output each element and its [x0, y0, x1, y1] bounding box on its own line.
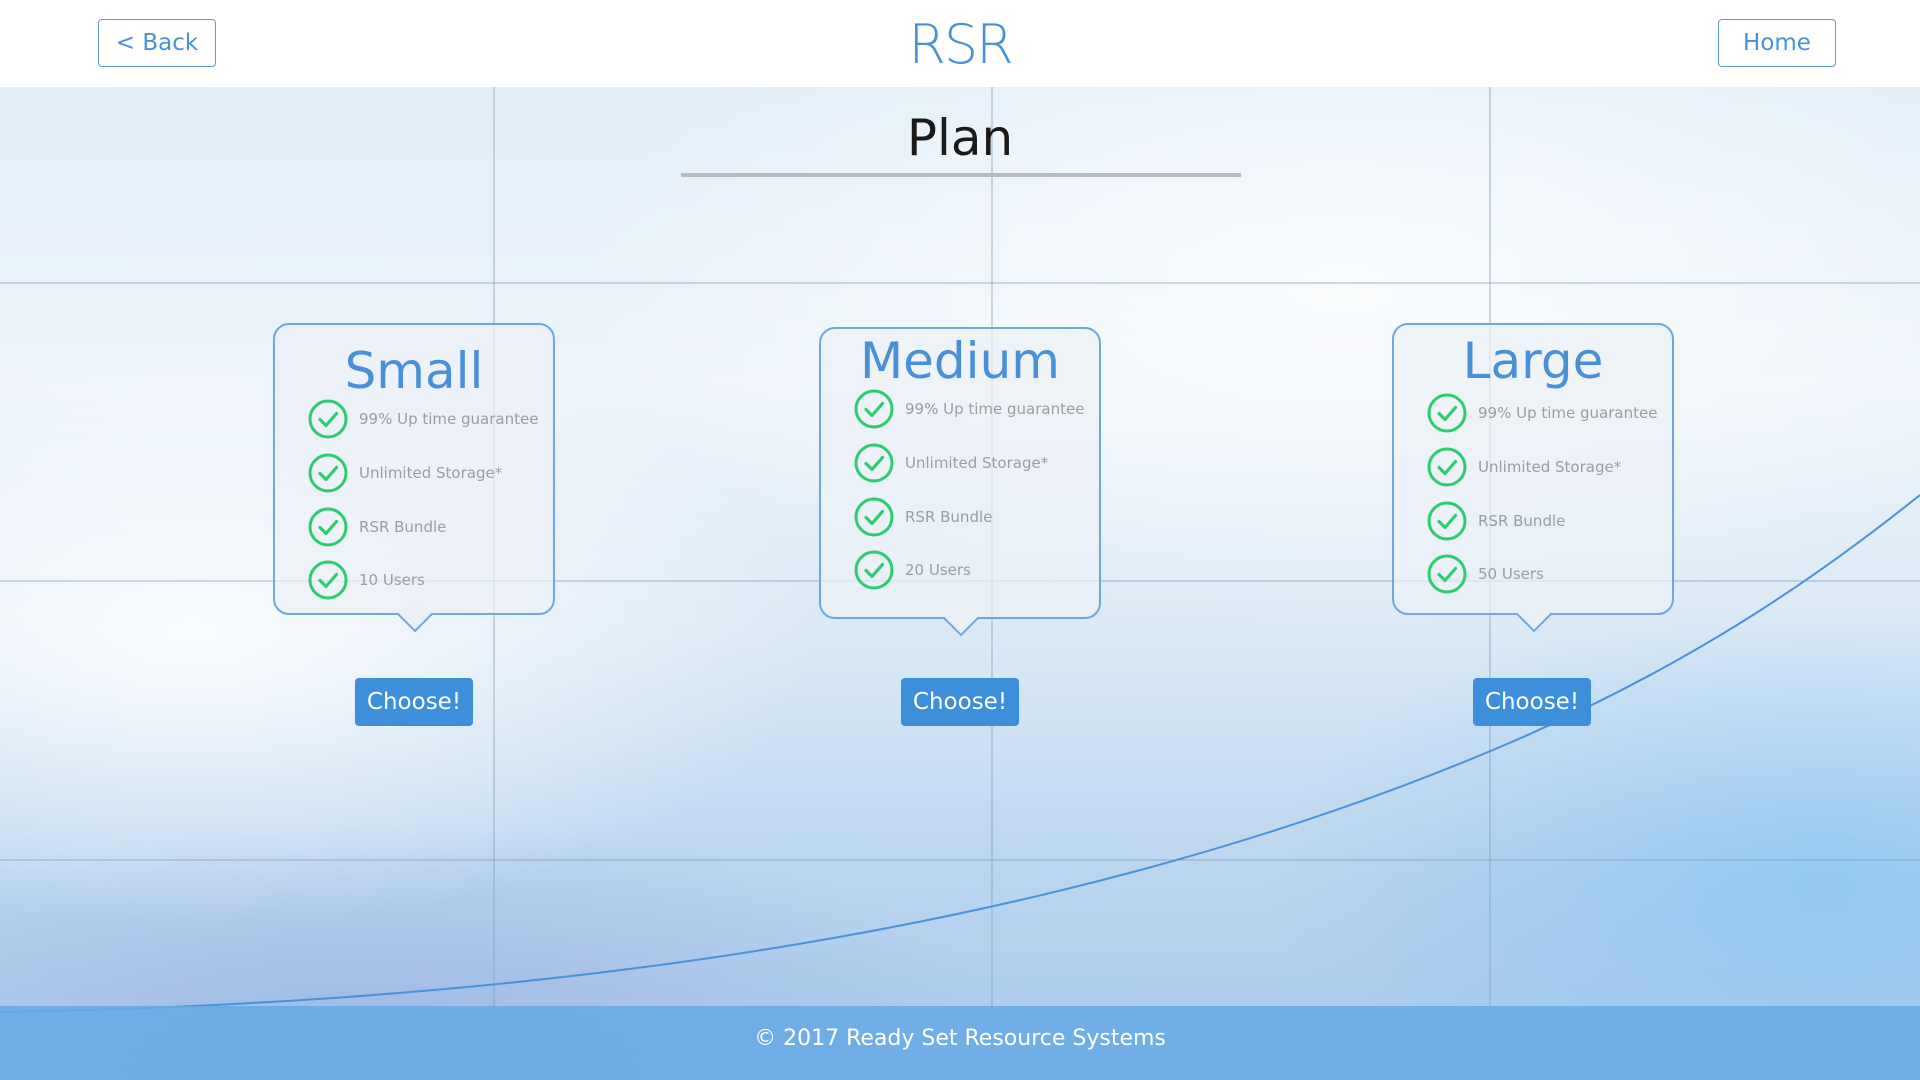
choose-large-button[interactable]: Choose!	[1473, 678, 1591, 726]
feature-item: RSR Bundle	[854, 497, 992, 537]
feature-label: Unlimited Storage*	[1478, 458, 1622, 476]
feature-label: 10 Users	[359, 571, 425, 589]
home-button[interactable]: Home	[1718, 19, 1836, 67]
feature-item: 10 Users	[308, 560, 425, 600]
choose-medium-button[interactable]: Choose!	[901, 678, 1019, 726]
feature-label: RSR Bundle	[359, 518, 447, 536]
title-underline	[681, 173, 1241, 177]
footer-copyright: © 2017 Ready Set Resource Systems	[754, 1026, 1166, 1051]
check-circle-icon	[1427, 501, 1467, 541]
page-title: Plan	[906, 109, 1014, 167]
feature-label: RSR Bundle	[1478, 512, 1566, 530]
check-circle-icon	[854, 389, 894, 429]
check-circle-icon	[308, 507, 348, 547]
feature-label: 99% Up time guarantee	[359, 410, 539, 428]
check-circle-icon	[854, 497, 894, 537]
plan-card-large: Large 99% Up time guarantee Unlimited St…	[1392, 323, 1674, 633]
check-circle-icon	[308, 399, 348, 439]
plan-name: Large	[1462, 332, 1604, 390]
feature-item: 99% Up time guarantee	[308, 399, 538, 439]
feature-item: Unlimited Storage*	[1427, 447, 1621, 487]
feature-label: Unlimited Storage*	[905, 454, 1049, 472]
feature-item: Unlimited Storage*	[308, 453, 502, 493]
plan-name: Small	[344, 342, 484, 400]
check-circle-icon	[1427, 554, 1467, 594]
feature-item: RSR Bundle	[1427, 501, 1565, 541]
check-circle-icon	[1427, 393, 1467, 433]
feature-label: 20 Users	[905, 561, 971, 579]
check-circle-icon	[854, 443, 894, 483]
plan-card-medium: Medium 99% Up time guarantee Unlimited S…	[819, 327, 1101, 637]
rsr-logo: RSR	[908, 13, 1013, 76]
feature-label: 99% Up time guarantee	[1478, 404, 1658, 422]
top-bar: < Back RSR Home	[0, 0, 1920, 87]
feature-label: 50 Users	[1478, 565, 1544, 583]
feature-item: 50 Users	[1427, 554, 1544, 594]
check-circle-icon	[854, 550, 894, 590]
feature-label: 99% Up time guarantee	[905, 400, 1085, 418]
check-circle-icon	[308, 453, 348, 493]
choose-small-button[interactable]: Choose!	[355, 678, 473, 726]
plan-name: Medium	[860, 332, 1060, 390]
feature-item: 99% Up time guarantee	[854, 389, 1084, 429]
check-circle-icon	[1427, 447, 1467, 487]
feature-label: RSR Bundle	[905, 508, 993, 526]
feature-item: 20 Users	[854, 550, 971, 590]
feature-item: 99% Up time guarantee	[1427, 393, 1657, 433]
feature-item: RSR Bundle	[308, 507, 446, 547]
feature-label: Unlimited Storage*	[359, 464, 503, 482]
plan-card-small: Small 99% Up time guarantee Unlimited St…	[273, 323, 555, 633]
check-circle-icon	[308, 560, 348, 600]
feature-item: Unlimited Storage*	[854, 443, 1048, 483]
